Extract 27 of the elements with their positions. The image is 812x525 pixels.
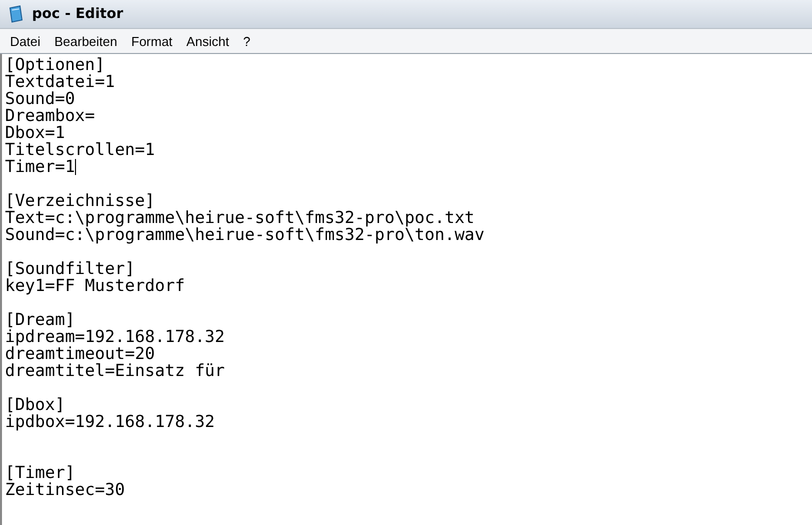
text-line: dreamtimeout=20 [5,345,155,362]
text-line: [Optionen] [5,56,105,73]
menu-item[interactable]: Bearbeiten [47,34,124,48]
text-line: Sound=c:\programme\heirue-soft\fms32-pro\ton.wav [5,226,485,243]
text-line: dreamtitel=Einsatz für [5,362,225,379]
text-line: [Soundfilter] [5,260,135,277]
text-line: ipdbox=192.168.178.32 [5,413,215,430]
text-line: Dreambox= [5,107,95,124]
text-line: [Dbox] [5,396,65,413]
text-line: [Timer] [5,464,75,481]
text-line: Zeitinsec=30 [5,481,125,498]
window-title: poc - Editor [32,6,124,22]
text-line: key1=FF Musterdorf [5,277,185,294]
text-line: Text=c:\programme\heirue-soft\fms32-pro\poc.txt [5,209,475,226]
menu-item[interactable]: Ansicht [179,34,236,48]
menu-item[interactable]: Format [124,34,180,48]
text-line: ipdream=192.168.178.32 [5,328,225,345]
menu-item[interactable]: ? [236,34,258,48]
text-line: Titelscrollen=1 [5,141,155,158]
text-line: [Dream] [5,311,75,328]
text-line: Sound=0 [5,90,75,107]
notepad-icon [8,5,24,23]
text-line: Timer=1 [5,158,75,175]
menu-item[interactable]: Datei [3,34,48,48]
text-line: Dbox=1 [5,124,65,141]
text-line: Textdatei=1 [5,73,115,90]
text-line: [Verzeichnisse] [5,192,155,209]
